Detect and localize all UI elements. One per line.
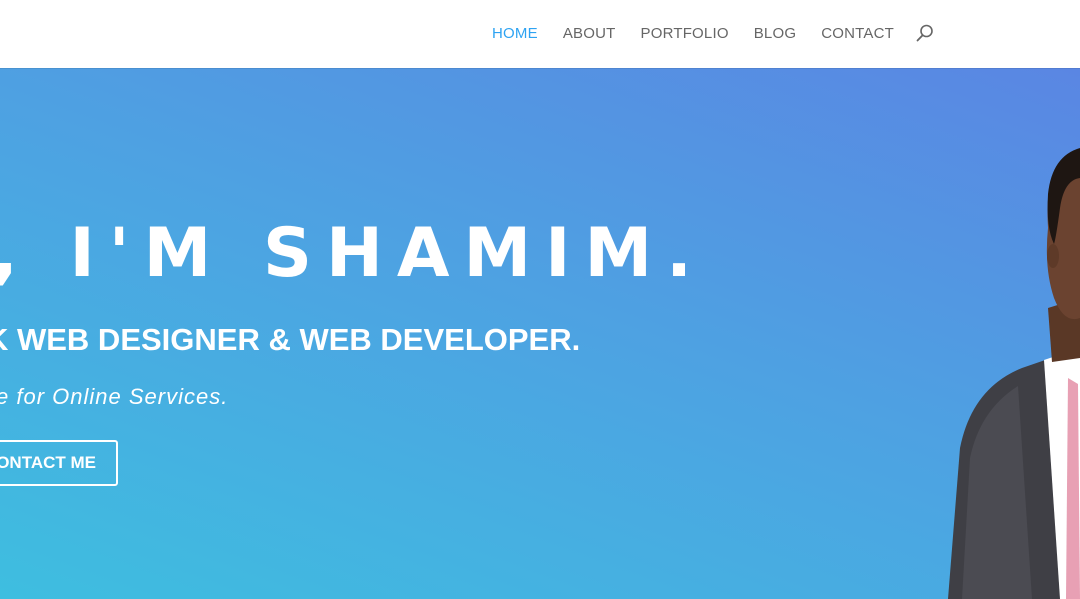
nav-item-home[interactable]: HOME	[492, 25, 538, 42]
hero-title: , I'M SHAMIM.	[0, 214, 706, 293]
main-nav: HOME ABOUT PORTFOLIO BLOG CONTACT	[492, 0, 935, 66]
search-icon-glyph	[916, 24, 933, 42]
hero-section: , I'M SHAMIM. K WEB DESIGNER & WEB DEVEL…	[0, 68, 1080, 599]
contact-me-button[interactable]: ONTACT ME	[0, 440, 118, 486]
nav-item-contact[interactable]: CONTACT	[821, 25, 894, 42]
hero-subtitle: K WEB DESIGNER & WEB DEVELOPER.	[0, 322, 581, 357]
nav-item-blog[interactable]: BLOG	[754, 25, 796, 42]
site-header: HOME ABOUT PORTFOLIO BLOG CONTACT	[0, 0, 1080, 68]
person-photo	[948, 148, 1080, 599]
search-icon[interactable]	[915, 23, 935, 43]
nav-item-portfolio[interactable]: PORTFOLIO	[641, 25, 729, 42]
hero-tagline: e for Online Services.	[0, 384, 229, 409]
nav-item-about[interactable]: ABOUT	[563, 25, 616, 42]
